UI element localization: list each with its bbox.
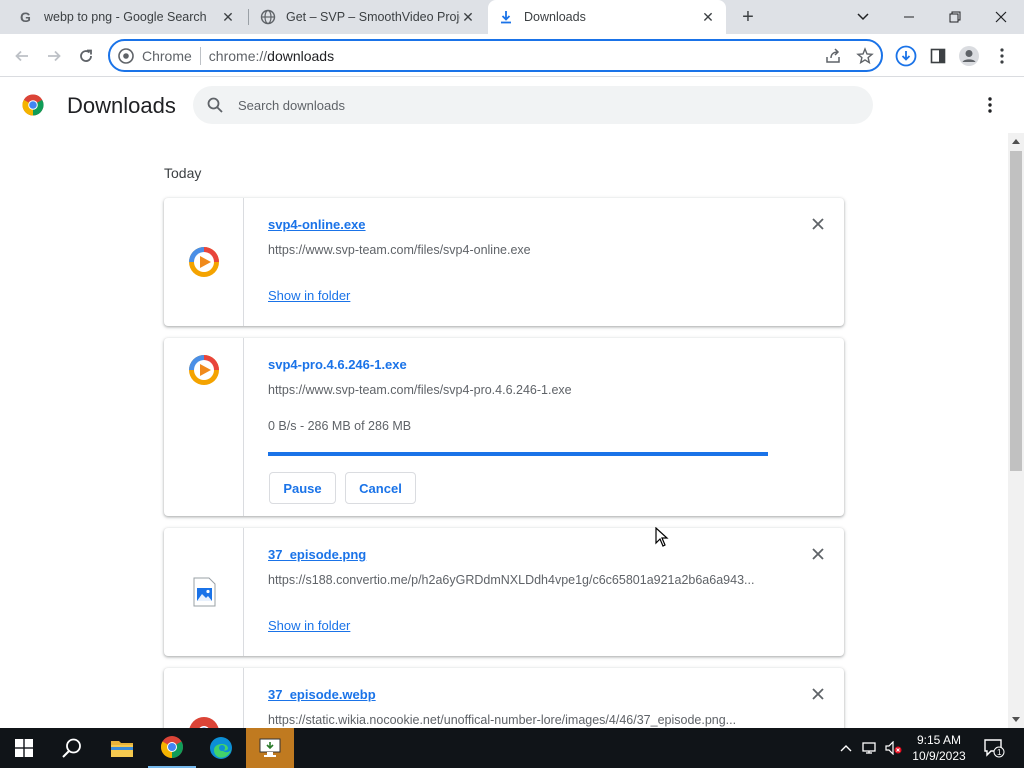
notification-count: 1: [997, 748, 1002, 757]
date-section-label: Today: [164, 165, 202, 181]
chrome-file-icon: [187, 715, 221, 728]
tab-svp[interactable]: Get – SVP – SmoothVideo Project ✕: [250, 0, 486, 34]
notification-center-icon[interactable]: 1: [980, 728, 1008, 768]
bookmark-star-icon[interactable]: [855, 46, 875, 66]
file-url[interactable]: https://static.wikia.nocookie.net/unoffi…: [268, 713, 768, 727]
download-status: 0 B/s - 286 MB of 286 MB: [268, 419, 412, 433]
mouse-cursor-icon: [655, 526, 669, 547]
clock-time: 9:15 AM: [916, 733, 962, 747]
close-icon[interactable]: ✕: [460, 9, 476, 25]
tab-google-search[interactable]: G webp to png - Google Search ✕: [8, 0, 246, 34]
file-explorer-icon[interactable]: [98, 728, 146, 768]
page-title: Downloads: [67, 93, 176, 118]
page-scrollbar[interactable]: [1008, 133, 1024, 728]
scroll-down-arrow-icon[interactable]: [1012, 716, 1020, 725]
reload-button[interactable]: [72, 42, 100, 70]
file-url[interactable]: https://www.svp-team.com/files/svp4-onli…: [268, 243, 768, 257]
share-icon[interactable]: [823, 46, 843, 66]
svp-app-icon: [187, 353, 221, 387]
download-item: 37_episode.webp https://static.wikia.noc…: [164, 668, 844, 728]
site-chip-label: Chrome: [142, 47, 192, 64]
profile-avatar-icon[interactable]: [958, 45, 980, 67]
show-in-folder-link[interactable]: Show in folder: [268, 288, 350, 303]
url-text: chrome://downloads: [208, 47, 335, 64]
search-box[interactable]: [193, 86, 873, 124]
close-window-button[interactable]: [978, 0, 1024, 34]
chrome-icon: [118, 47, 134, 64]
image-file-icon: [187, 575, 221, 609]
start-button[interactable]: [0, 728, 48, 768]
show-in-folder-link[interactable]: Show in folder: [268, 618, 350, 633]
tab-title: Downloads: [524, 10, 586, 24]
tab-search-icon[interactable]: [840, 0, 886, 34]
tab-strip: G webp to png - Google Search ✕ Get – SV…: [0, 0, 1024, 34]
svg-text:G: G: [20, 9, 31, 25]
system-clock[interactable]: 9:15 AM 10/9/2023: [906, 732, 972, 764]
download-item: svp4-online.exe https://www.svp-team.com…: [164, 198, 844, 326]
network-icon[interactable]: [860, 728, 880, 768]
close-icon[interactable]: ✕: [700, 9, 716, 25]
tab-title: Get – SVP – SmoothVideo Project: [286, 10, 460, 24]
edge-taskbar-icon[interactable]: [197, 728, 245, 768]
clock-date: 10/9/2023: [912, 749, 966, 763]
globe-icon: [260, 9, 276, 25]
chrome-menu-icon[interactable]: [991, 45, 1013, 67]
file-url[interactable]: https://s188.convertio.me/p/h2a6yGRDdmNX…: [268, 573, 768, 587]
google-icon: G: [18, 9, 34, 25]
forward-button[interactable]: [40, 42, 68, 70]
divider: [199, 46, 201, 65]
scrollbar-thumb[interactable]: [1010, 151, 1022, 471]
download-item-in-progress: svp4-pro.4.6.246-1.exe https://www.svp-t…: [164, 338, 844, 516]
file-url[interactable]: https://www.svp-team.com/files/svp4-pro.…: [268, 383, 768, 397]
more-actions-icon[interactable]: [980, 95, 1000, 115]
chrome-taskbar-icon[interactable]: [148, 728, 196, 768]
side-panel-icon[interactable]: [927, 45, 949, 67]
close-icon[interactable]: ✕: [220, 9, 236, 25]
show-hidden-icons-icon[interactable]: [838, 728, 854, 768]
icon-column: [164, 198, 244, 326]
downloads-list: Today svp4-online.exe https://www.svp-te…: [0, 133, 1008, 728]
address-bar[interactable]: Chrome chrome://downloads: [108, 39, 883, 72]
download-icon: [498, 9, 514, 25]
downloads-header: Downloads: [0, 77, 1024, 133]
scroll-up-arrow-icon[interactable]: [1012, 137, 1020, 146]
back-button[interactable]: [8, 42, 36, 70]
downloads-icon[interactable]: [895, 45, 917, 67]
progress-fill: [268, 452, 768, 456]
windows-taskbar: 9:15 AM 10/9/2023 1: [0, 728, 1024, 768]
search-input[interactable]: [238, 97, 838, 113]
icon-column: [164, 338, 244, 516]
minimize-button[interactable]: [886, 0, 932, 34]
search-icon: [206, 96, 224, 114]
progress-bar: [268, 452, 768, 456]
volume-muted-icon[interactable]: [884, 728, 904, 768]
site-chip[interactable]: Chrome: [118, 48, 192, 64]
icon-column: [164, 668, 244, 728]
file-name-link[interactable]: 37_episode.png: [268, 547, 366, 562]
tab-title: webp to png - Google Search: [44, 10, 207, 24]
tab-downloads[interactable]: Downloads ✕: [488, 0, 726, 34]
file-name-link[interactable]: 37_episode.webp: [268, 687, 376, 702]
download-item: 37_episode.png https://s188.convertio.me…: [164, 528, 844, 656]
cancel-button[interactable]: Cancel: [345, 472, 416, 504]
new-tab-button[interactable]: +: [736, 5, 760, 29]
chrome-logo-icon: [22, 94, 44, 116]
remote-desktop-taskbar-icon[interactable]: [246, 728, 294, 768]
file-name-link[interactable]: svp4-online.exe: [268, 217, 366, 232]
remove-item-icon[interactable]: [810, 546, 826, 562]
svp-app-icon: [187, 245, 221, 279]
remove-item-icon[interactable]: [810, 686, 826, 702]
search-taskbar-icon[interactable]: [48, 728, 96, 768]
browser-toolbar: Chrome chrome://downloads: [0, 34, 1024, 77]
remove-item-icon[interactable]: [810, 216, 826, 232]
icon-column: [164, 528, 244, 656]
tab-separator: [248, 9, 249, 25]
pause-button[interactable]: Pause: [269, 472, 336, 504]
file-name-link[interactable]: svp4-pro.4.6.246-1.exe: [268, 357, 407, 372]
restore-button[interactable]: [932, 0, 978, 34]
